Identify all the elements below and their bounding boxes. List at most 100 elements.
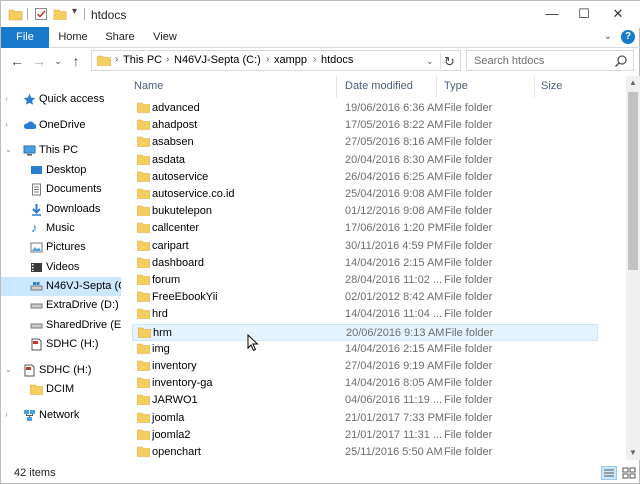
tab-file[interactable]: File (1, 27, 49, 48)
nav-item-videos[interactable]: Videos (1, 258, 121, 277)
up-arrow-icon[interactable]: ↑ (67, 52, 85, 70)
file-date: 02/01/2012 8:42 AM (345, 291, 444, 304)
file-name: joomla2 (152, 428, 191, 441)
search-input[interactable]: Search htdocs (466, 50, 634, 71)
maximize-button[interactable]: ☐ (569, 3, 599, 25)
file-type: File folder (444, 239, 493, 252)
nav-item-this-pc[interactable]: ⌄ This PC (1, 141, 121, 160)
nav-item-desktop[interactable]: Desktop (1, 161, 121, 180)
refresh-icon[interactable]: ↻ (440, 53, 458, 70)
nav-item-quick-access[interactable]: › Quick access (1, 90, 121, 109)
table-row[interactable]: img 14/04/2016 2:15 AM File folder (132, 341, 598, 358)
nav-item-drive-e[interactable]: SharedDrive (E:) (1, 316, 121, 335)
table-row[interactable]: ahadpost 17/05/2016 8:22 AM File folder (132, 117, 598, 134)
close-button[interactable]: ✕ (603, 3, 633, 25)
nav-item-network[interactable]: › Network (1, 406, 121, 425)
file-type: File folder (444, 170, 493, 183)
table-row[interactable]: bukutelepon 01/12/2016 9:08 AM File folder (132, 203, 598, 220)
file-date: 17/06/2016 1:20 PM (345, 222, 445, 235)
breadcrumb-this-pc[interactable]: This PC (123, 54, 162, 66)
table-row[interactable]: hrd 14/04/2016 11:04 ... File folder (132, 306, 598, 323)
nav-item-music[interactable]: ♪ Music (1, 219, 121, 238)
chevron-down-icon[interactable]: ⌄ (5, 145, 12, 154)
details-view-icon[interactable] (601, 466, 617, 480)
table-row[interactable]: openchart 25/11/2016 5:50 AM File folder (132, 444, 598, 460)
chevron-right-icon: › (166, 54, 170, 65)
column-divider[interactable] (336, 76, 337, 98)
vertical-scrollbar[interactable]: ▲ ▼ (626, 76, 640, 460)
column-divider[interactable] (436, 76, 437, 98)
table-row[interactable]: inventory-ga 14/04/2016 8:05 AM File folde… (132, 375, 598, 392)
breadcrumb-xampp[interactable]: xampp (274, 54, 307, 66)
minimize-button[interactable]: — (537, 3, 567, 25)
file-type: File folder (444, 188, 493, 200)
chevron-right-icon[interactable]: › (5, 120, 8, 129)
column-header-size[interactable]: Size (541, 76, 562, 98)
column-divider[interactable] (534, 76, 535, 98)
scroll-down-icon[interactable]: ▼ (626, 446, 640, 460)
table-row[interactable]: autoservice 26/04/2016 6:25 AM File folder (132, 169, 598, 186)
table-row[interactable]: joomla 21/01/2017 7:33 PM File folder (132, 410, 598, 427)
tab-view[interactable]: View (147, 27, 183, 48)
file-type: File folder (444, 291, 493, 304)
breadcrumb-drive[interactable]: N46VJ-Septa (C:) (174, 54, 261, 66)
table-row[interactable]: forum 28/04/2016 11:02 ... File folder (132, 272, 598, 289)
chevron-right-icon[interactable]: › (5, 410, 8, 419)
recent-locations-icon[interactable]: ⌄ (49, 52, 67, 70)
nav-item-sdhc-root[interactable]: ⌄ SDHC (H:) (1, 361, 121, 380)
tab-share[interactable]: Share (99, 27, 141, 48)
column-header-name[interactable]: Name (134, 76, 163, 98)
folder-icon (137, 223, 150, 234)
nav-item-onedrive[interactable]: › OneDrive (1, 116, 121, 135)
nav-item-dcim[interactable]: DCIM (1, 380, 121, 399)
scroll-thumb[interactable] (628, 92, 638, 270)
nav-item-downloads[interactable]: Downloads (1, 200, 121, 219)
table-row[interactable]: joomla2 21/01/2017 11:31 ... File folder (132, 427, 598, 444)
table-row[interactable]: advanced 19/06/2016 6:36 AM File folder (132, 100, 598, 117)
file-type: File folder (444, 153, 493, 166)
search-icon[interactable] (614, 54, 628, 68)
nav-label: Pictures (46, 241, 86, 253)
expand-ribbon-icon[interactable]: ⌄ (601, 30, 615, 44)
chevron-down-icon[interactable]: ⌄ (5, 365, 12, 374)
file-date: 26/04/2016 6:25 AM (345, 170, 444, 183)
column-header-type[interactable]: Type (444, 76, 468, 98)
new-folder-icon[interactable] (53, 7, 67, 21)
breadcrumb-htdocs[interactable]: htdocs (321, 54, 353, 66)
search-placeholder: Search htdocs (474, 55, 545, 67)
chevron-right-icon[interactable]: › (5, 94, 8, 103)
customize-quick-access-icon[interactable]: ▾ (72, 6, 77, 20)
table-row[interactable]: callcenter 17/06/2016 1:20 PM File folder (132, 220, 598, 237)
file-name: autoservice.co.id (152, 188, 235, 200)
table-row[interactable]: caripart 30/11/2016 4:59 PM File folder (132, 238, 598, 255)
table-row[interactable]: inventory 27/04/2016 9:19 AM File folder (132, 358, 598, 375)
nav-item-sdhc[interactable]: SDHC (H:) (1, 335, 121, 354)
address-history-icon[interactable]: ⌄ (426, 56, 434, 67)
download-icon (32, 204, 41, 216)
large-icons-view-icon[interactable] (621, 466, 637, 480)
properties-icon[interactable] (34, 7, 48, 21)
folder-icon (137, 412, 150, 423)
nav-item-drive-d[interactable]: ExtraDrive (D:) (1, 296, 121, 315)
table-row[interactable]: asabsen 27/05/2016 8:16 AM File folder (132, 134, 598, 151)
nav-item-drive-c[interactable]: N46VJ-Septa (C:) (1, 277, 121, 296)
table-row[interactable]: autoservice.co.id 25/04/2016 9:08 AM File … (132, 186, 598, 203)
nav-label: Documents (46, 183, 102, 195)
table-row[interactable]: FreeEbookYii 02/01/2012 8:42 AM File folde… (132, 289, 598, 306)
tab-home[interactable]: Home (53, 27, 93, 48)
nav-item-pictures[interactable]: Pictures (1, 238, 121, 257)
address-bar[interactable]: › This PC › N46VJ-Septa (C:) › xampp › h… (91, 50, 461, 71)
help-icon[interactable]: ? (621, 30, 635, 44)
back-arrow-icon[interactable]: ← (8, 52, 26, 70)
drive-icon (30, 282, 43, 291)
scroll-up-icon[interactable]: ▲ (626, 76, 640, 90)
table-row[interactable]: hrm 20/06/2016 9:13 AM File folder (132, 323, 598, 341)
column-header-date[interactable]: Date modified (345, 76, 413, 98)
item-count: 42 items (14, 467, 56, 479)
table-row[interactable]: JARWO1 04/06/2016 11:19 ... File folder (132, 392, 598, 409)
file-name: bukutelepon (152, 205, 212, 218)
table-row[interactable]: asdata 20/04/2016 8:30 AM File folder (132, 152, 598, 169)
forward-arrow-icon[interactable]: → (30, 52, 48, 70)
nav-item-documents[interactable]: Documents (1, 180, 121, 199)
table-row[interactable]: dashboard 14/04/2016 2:15 AM File folder (132, 255, 598, 272)
